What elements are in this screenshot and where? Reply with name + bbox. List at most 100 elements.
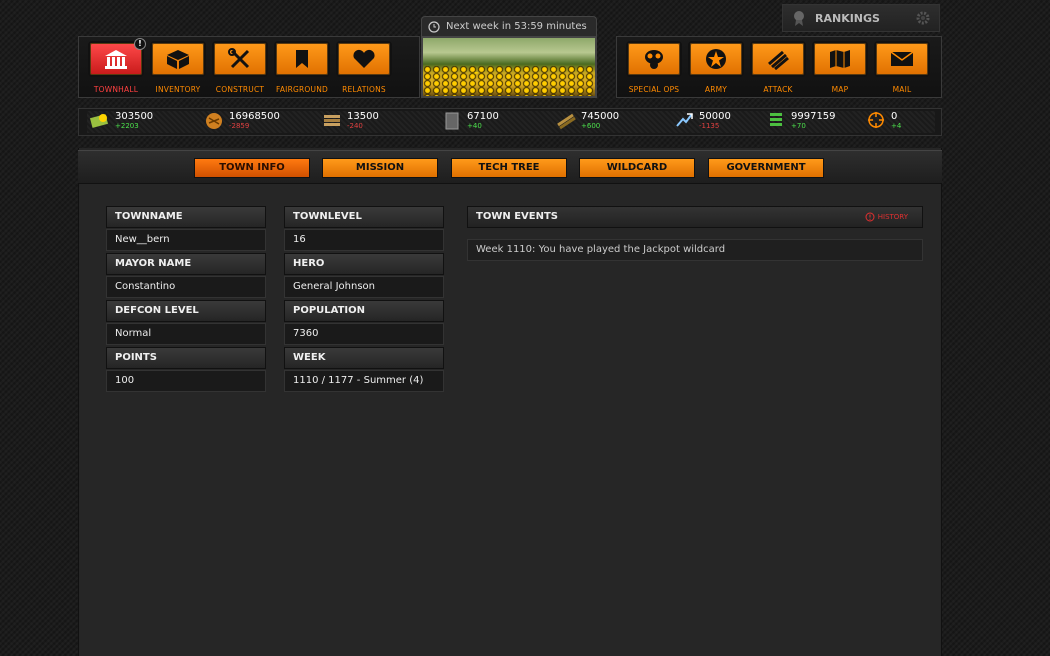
nav-left: ! TOWNHALL INVENTORY CONSTRUCT FAIRGROUN… — [78, 36, 420, 98]
bookmark-icon — [296, 50, 308, 68]
nav-special-ops[interactable]: SPECIAL OPS — [623, 41, 685, 97]
week-label: WEEK — [284, 347, 444, 369]
tools-icon — [228, 48, 250, 69]
nav-label: FAIRGROUND — [276, 85, 328, 94]
resource-delta: +40 — [467, 122, 482, 130]
resource-target: 0 +4 — [865, 109, 901, 133]
envelope-icon — [890, 51, 914, 66]
resource-amount: 50000 — [699, 111, 731, 122]
next-week-timer: Next week in 53:59 minutes — [421, 16, 597, 36]
energy-icon — [676, 113, 693, 127]
resource-delta: +600 — [581, 122, 601, 130]
resource-stone: 67100 +40 — [441, 109, 499, 133]
resource-energy: 50000 -1135 — [673, 109, 731, 133]
box-icon — [167, 50, 189, 69]
gasmask-icon — [645, 50, 663, 69]
nav-attack[interactable]: ATTACK — [747, 41, 809, 97]
townhall-icon — [105, 50, 127, 69]
resource-delta: -240 — [347, 122, 363, 130]
stone-icon — [445, 112, 459, 130]
hero-label: HERO — [284, 253, 444, 275]
nav-label: INVENTORY — [155, 85, 201, 94]
nav-label: SPECIAL OPS — [628, 85, 680, 94]
resource-amount: 745000 — [581, 111, 620, 122]
medal-icon — [794, 11, 804, 26]
nav-construct[interactable]: CONSTRUCT — [209, 41, 271, 97]
tab-wildcard[interactable]: WILDCARD — [579, 158, 695, 178]
rankings-label: RANKINGS — [815, 11, 880, 25]
history-label: HISTORY — [877, 213, 908, 221]
wood-icon — [324, 115, 340, 126]
townlevel-value: 16 — [284, 229, 444, 251]
tab-tech-tree[interactable]: TECH TREE — [451, 158, 567, 178]
history-icon — [865, 212, 875, 222]
resource-amount: 0 — [891, 111, 898, 122]
population-label: POPULATION — [284, 300, 444, 322]
resource-wood: 13500 -240 — [321, 109, 379, 133]
map-icon — [830, 50, 850, 68]
ammo-icon — [557, 113, 576, 130]
population-value: 7360 — [284, 323, 444, 345]
rankings-button[interactable]: RANKINGS — [782, 4, 940, 32]
defcon-label: DEFCON LEVEL — [106, 300, 266, 322]
mayor-value: Constantino — [106, 276, 266, 298]
defcon-value: Normal — [106, 323, 266, 345]
event-item: Week 1110: You have played the Jackpot w… — [467, 239, 923, 261]
tab-government[interactable]: GOVERNMENT — [708, 158, 824, 178]
townlevel-label: TOWNLEVEL — [284, 206, 444, 228]
resource-ammo: 745000 +600 — [555, 109, 619, 133]
nav-label: MAP — [831, 85, 849, 94]
tab-town-info[interactable]: TOWN INFO — [194, 158, 310, 178]
timer-text: Next week in 53:59 minutes — [446, 21, 587, 32]
resource-delta: +70 — [791, 122, 806, 130]
resource-money: 303500 +2203 — [89, 109, 153, 133]
week-value: 1110 / 1177 - Summer (4) — [284, 370, 444, 392]
nav-label: MAIL — [892, 85, 912, 94]
townname-label: TOWNNAME — [106, 206, 266, 228]
nav-label: RELATIONS — [342, 85, 386, 94]
bullets-icon — [768, 50, 789, 70]
town-events-title: TOWN EVENTS — [476, 211, 558, 222]
nav-right: SPECIAL OPS ARMY ATTACK MAP MAIL — [616, 36, 942, 98]
hero-value: General Johnson — [284, 276, 444, 298]
gear-icon[interactable] — [915, 10, 931, 26]
nav-label: ARMY — [704, 85, 728, 94]
money-icon — [89, 114, 109, 128]
nav-label: ATTACK — [763, 85, 793, 94]
townname-value: New__bern — [106, 229, 266, 251]
points-label: POINTS — [106, 347, 266, 369]
resource-amount: 303500 — [115, 111, 154, 122]
history-link[interactable]: HISTORY — [865, 207, 908, 227]
nav-fairground[interactable]: FAIRGROUND — [271, 41, 333, 97]
town-banner-image — [421, 36, 597, 98]
clock-icon — [428, 20, 440, 33]
resource-battery: 9997159 +70 — [765, 109, 836, 133]
town-events-header: TOWN EVENTS HISTORY — [467, 206, 923, 228]
resource-amount: 13500 — [347, 111, 379, 122]
nav-label: CONSTRUCT — [215, 85, 265, 94]
resource-amount: 16968500 — [229, 111, 280, 122]
nav-label: TOWNHALL — [93, 85, 139, 94]
points-value: 100 — [106, 370, 266, 392]
battery-icon — [770, 113, 782, 126]
resource-delta: -2859 — [229, 122, 250, 130]
resource-delta: +2203 — [115, 122, 139, 130]
notification-badge: ! — [134, 38, 146, 50]
nav-army[interactable]: ARMY — [685, 41, 747, 97]
nav-mail[interactable]: MAIL — [871, 41, 933, 97]
nav-inventory[interactable]: INVENTORY — [147, 41, 209, 97]
mayor-label: MAYOR NAME — [106, 253, 266, 275]
resource-delta: +4 — [891, 122, 902, 130]
nav-map[interactable]: MAP — [809, 41, 871, 97]
resource-amount: 9997159 — [791, 111, 836, 122]
star-icon — [706, 49, 726, 69]
tab-mission[interactable]: MISSION — [322, 158, 438, 178]
food-icon — [206, 113, 222, 129]
nav-townhall[interactable]: ! TOWNHALL — [85, 38, 147, 97]
heart-icon — [353, 49, 375, 68]
resource-amount: 67100 — [467, 111, 499, 122]
tab-strip: TOWN INFO MISSION TECH TREE WILDCARD GOV… — [78, 150, 942, 184]
resource-delta: -1135 — [699, 122, 720, 130]
target-icon — [868, 112, 884, 128]
nav-relations[interactable]: RELATIONS — [333, 41, 395, 97]
